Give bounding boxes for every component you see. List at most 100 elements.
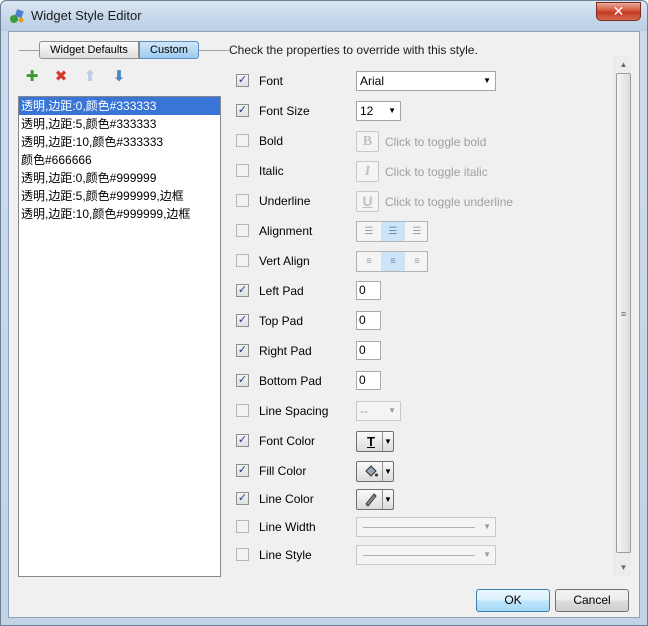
text-color-icon: T bbox=[367, 434, 375, 449]
align-top-icon[interactable]: ≡ bbox=[357, 252, 381, 271]
close-button[interactable]: ✕ bbox=[596, 2, 641, 21]
line-width-preview bbox=[363, 527, 475, 528]
line-style-label: Line Style bbox=[259, 548, 312, 562]
font-checkbox[interactable]: ✓ bbox=[236, 74, 249, 87]
italic-checkbox[interactable]: ✓ bbox=[236, 164, 249, 177]
bottom-pad-checkbox[interactable]: ✓ bbox=[236, 374, 249, 387]
line-spacing-checkbox[interactable]: ✓ bbox=[236, 404, 249, 417]
properties-scrollbar[interactable]: ▲ ≡ ▼ bbox=[614, 56, 631, 576]
chevron-down-icon: ▼ bbox=[382, 462, 393, 481]
bold-label: Bold bbox=[259, 134, 284, 148]
chevron-down-icon: ▼ bbox=[382, 490, 393, 509]
chevron-down-icon: ▼ bbox=[388, 406, 396, 415]
underline-toggle-button[interactable]: U bbox=[356, 191, 379, 212]
bottom-pad-input[interactable]: 0 bbox=[356, 371, 381, 390]
fill-color-button[interactable]: ▼ bbox=[356, 461, 394, 482]
font-color-label: Font Color bbox=[259, 434, 316, 448]
right-pad-label: Right Pad bbox=[259, 344, 312, 358]
right-pad-input[interactable]: 0 bbox=[356, 341, 381, 360]
vert-align-segmented: ≡ ≡ ≡ bbox=[356, 251, 428, 272]
align-middle-icon[interactable]: ≡ bbox=[381, 252, 405, 271]
bold-hint: Click to toggle bold bbox=[385, 135, 487, 149]
font-size-label: Font Size bbox=[259, 104, 310, 118]
line-style-select[interactable]: ▼ bbox=[356, 545, 496, 565]
top-pad-input[interactable]: 0 bbox=[356, 311, 381, 330]
list-item[interactable]: 透明,边距:10,颜色#333333 bbox=[19, 133, 220, 151]
list-item[interactable]: 透明,边距:0,颜色#999999 bbox=[19, 169, 220, 187]
alignment-segmented: ☰ ☰ ☰ bbox=[356, 221, 428, 242]
bottom-pad-label: Bottom Pad bbox=[259, 374, 322, 388]
window-title: Widget Style Editor bbox=[31, 8, 142, 23]
move-down-icon[interactable]: ⬇ bbox=[111, 69, 127, 85]
bold-checkbox[interactable]: ✓ bbox=[236, 134, 249, 147]
line-spacing-value: -- bbox=[360, 404, 368, 418]
close-icon: ✕ bbox=[612, 3, 625, 19]
font-label: Font bbox=[259, 74, 284, 88]
align-right-icon[interactable]: ☰ bbox=[405, 222, 429, 241]
italic-toggle-button[interactable]: I bbox=[356, 161, 379, 182]
top-pad-label: Top Pad bbox=[259, 314, 304, 328]
line-color-checkbox[interactable]: ✓ bbox=[236, 492, 249, 505]
add-icon[interactable]: ✚ bbox=[24, 69, 40, 85]
left-pad-checkbox[interactable]: ✓ bbox=[236, 284, 249, 297]
move-up-icon[interactable]: ⬆ bbox=[82, 69, 98, 85]
tab-widget-defaults[interactable]: Widget Defaults bbox=[39, 41, 139, 59]
vert-align-label: Vert Align bbox=[259, 254, 310, 268]
dialog-client: Widget Defaults Custom ✚ ✖ ⬆ ⬇ 透明,边距:0,颜… bbox=[8, 31, 640, 618]
list-item[interactable]: 透明,边距:0,颜色#333333 bbox=[19, 97, 220, 115]
list-item[interactable]: 透明,边距:5,颜色#333333 bbox=[19, 115, 220, 133]
style-list[interactable]: 透明,边距:0,颜色#333333 透明,边距:5,颜色#333333 透明,边… bbox=[18, 96, 221, 577]
line-color-button[interactable]: ▼ bbox=[356, 489, 394, 510]
tab-custom[interactable]: Custom bbox=[139, 41, 199, 59]
line-width-label: Line Width bbox=[259, 520, 316, 534]
alignment-label: Alignment bbox=[259, 224, 313, 238]
scroll-up-icon[interactable]: ▲ bbox=[615, 56, 632, 73]
chevron-down-icon: ▼ bbox=[388, 106, 396, 115]
ok-button[interactable]: OK bbox=[476, 589, 550, 612]
paint-bucket-icon bbox=[361, 463, 381, 480]
font-select[interactable]: Arial ▼ bbox=[356, 71, 496, 91]
line-width-checkbox[interactable]: ✓ bbox=[236, 520, 249, 533]
fill-color-checkbox[interactable]: ✓ bbox=[236, 464, 249, 477]
left-pad-label: Left Pad bbox=[259, 284, 304, 298]
title-bar: Widget Style Editor ✕ bbox=[1, 1, 647, 31]
app-icon bbox=[10, 9, 24, 23]
chevron-down-icon: ▼ bbox=[483, 550, 491, 559]
list-item[interactable]: 颜色#666666 bbox=[19, 151, 220, 169]
pencil-icon bbox=[361, 491, 381, 508]
right-pad-checkbox[interactable]: ✓ bbox=[236, 344, 249, 357]
left-pad-input[interactable]: 0 bbox=[356, 281, 381, 300]
font-color-checkbox[interactable]: ✓ bbox=[236, 434, 249, 447]
scroll-down-icon[interactable]: ▼ bbox=[615, 559, 632, 576]
line-style-checkbox[interactable]: ✓ bbox=[236, 548, 249, 561]
align-left-icon[interactable]: ☰ bbox=[357, 222, 381, 241]
list-item[interactable]: 透明,边距:10,颜色#999999,边框 bbox=[19, 205, 220, 223]
line-spacing-select[interactable]: -- ▼ bbox=[356, 401, 401, 421]
line-style-preview bbox=[363, 555, 475, 556]
font-size-select[interactable]: 12 ▼ bbox=[356, 101, 401, 121]
line-width-select[interactable]: ▼ bbox=[356, 517, 496, 537]
line-color-label: Line Color bbox=[259, 492, 314, 506]
align-bottom-icon[interactable]: ≡ bbox=[405, 252, 429, 271]
cancel-button[interactable]: Cancel bbox=[555, 589, 629, 612]
delete-icon[interactable]: ✖ bbox=[53, 69, 69, 85]
underline-label: Underline bbox=[259, 194, 311, 208]
font-value: Arial bbox=[360, 74, 385, 88]
italic-hint: Click to toggle italic bbox=[385, 165, 488, 179]
alignment-checkbox[interactable]: ✓ bbox=[236, 224, 249, 237]
bold-toggle-button[interactable]: B bbox=[356, 131, 379, 152]
underline-checkbox[interactable]: ✓ bbox=[236, 194, 249, 207]
fill-color-label: Fill Color bbox=[259, 464, 307, 478]
top-pad-checkbox[interactable]: ✓ bbox=[236, 314, 249, 327]
font-size-checkbox[interactable]: ✓ bbox=[236, 104, 249, 117]
instruction-text: Check the properties to override with th… bbox=[229, 43, 478, 57]
font-color-button[interactable]: T ▼ bbox=[356, 431, 394, 452]
align-center-icon[interactable]: ☰ bbox=[381, 222, 405, 241]
list-item[interactable]: 透明,边距:5,颜色#999999,边框 bbox=[19, 187, 220, 205]
line-spacing-label: Line Spacing bbox=[259, 404, 329, 418]
vert-align-checkbox[interactable]: ✓ bbox=[236, 254, 249, 267]
font-size-value: 12 bbox=[360, 104, 374, 118]
scrollbar-thumb[interactable]: ≡ bbox=[616, 73, 631, 553]
underline-hint: Click to toggle underline bbox=[385, 195, 514, 209]
chevron-down-icon: ▼ bbox=[382, 432, 393, 451]
